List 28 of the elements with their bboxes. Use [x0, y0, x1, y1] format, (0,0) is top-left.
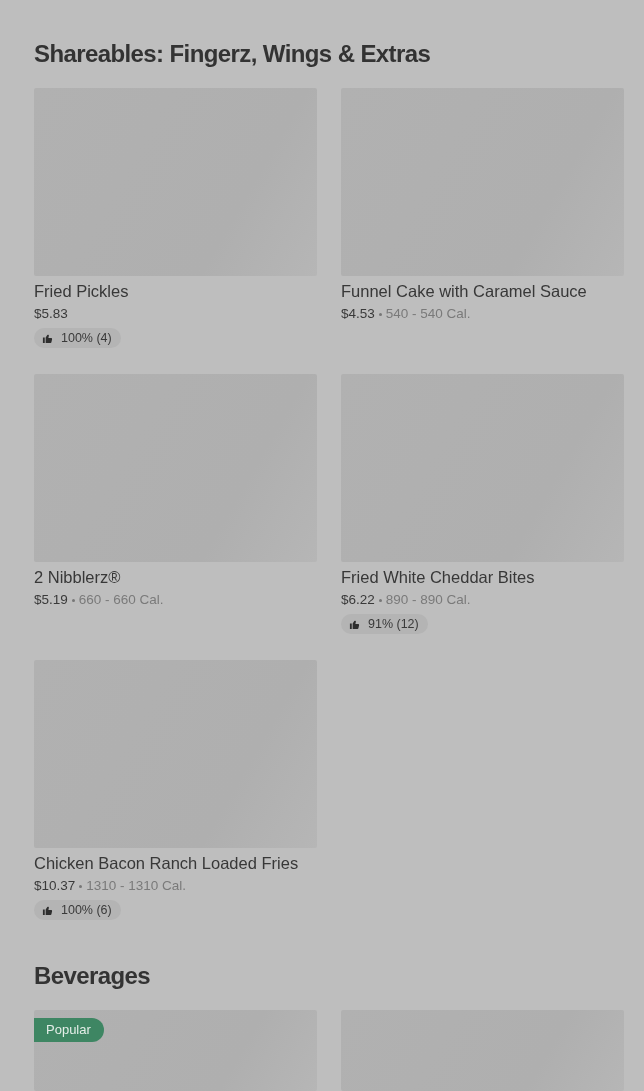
separator-dot	[79, 884, 83, 888]
item-name[interactable]: Chicken Bacon Ranch Loaded Fries	[34, 852, 317, 874]
item-calories: 890 - 890 Cal.	[385, 591, 471, 609]
item-name[interactable]: 2 Nibblerz®	[34, 566, 317, 588]
item-calories: 540 - 540 Cal.	[385, 305, 471, 323]
item-name[interactable]: Fried Pickles	[34, 280, 317, 302]
rating-text: 91% (12)	[368, 617, 419, 631]
item-name[interactable]: Fried White Cheddar Bites	[341, 566, 624, 588]
separator-dot	[378, 598, 382, 602]
thumbs-up-icon	[349, 618, 360, 630]
separator-dot	[378, 312, 382, 316]
section-title: Shareables: Fingerz, Wings & Extras	[34, 39, 432, 69]
item-calories: 660 - 660 Cal.	[78, 591, 164, 609]
thumbs-up-icon	[42, 904, 53, 916]
item-price: $6.22	[341, 591, 375, 609]
rating-text: 100% (4)	[61, 331, 112, 345]
rating-text: 100% (6)	[61, 903, 112, 917]
item-name[interactable]: Funnel Cake with Caramel Sauce	[341, 280, 624, 302]
thumbs-up-icon	[42, 332, 53, 344]
image-placeholder[interactable]: Popular	[34, 1010, 317, 1091]
item-calories: 1310 - 1310 Cal.	[86, 877, 187, 895]
item-price: $5.83	[34, 305, 68, 323]
item-price: $4.53	[341, 305, 375, 323]
item-price: $10.37	[34, 877, 76, 895]
popular-tag: Popular	[34, 1018, 104, 1042]
separator-dot	[71, 598, 75, 602]
item-price: $5.19	[34, 591, 68, 609]
section-title: Beverages	[34, 961, 152, 991]
